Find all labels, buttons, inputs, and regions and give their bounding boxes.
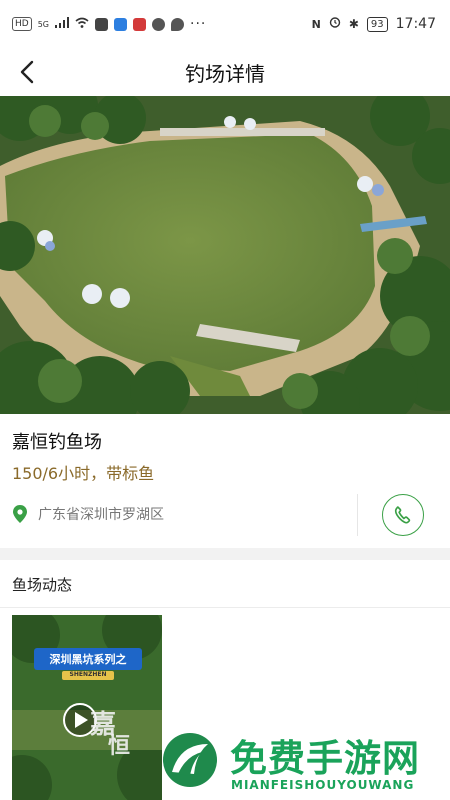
cloud-app-icon: [114, 17, 127, 31]
status-right: N ✱ 93 17:47: [312, 16, 436, 32]
alarm-icon: [329, 16, 341, 32]
battery-indicator: 93: [366, 16, 388, 32]
address-row[interactable]: 广东省深圳市罗湖区: [12, 504, 164, 524]
call-button[interactable]: [382, 494, 424, 536]
thumbnail-subtitle: SHENZHEN: [69, 671, 107, 678]
svg-text:恒: 恒: [108, 733, 130, 759]
video-thumbnail[interactable]: 嘉 恒 深圳黑坑系列之 SHENZHEN: [12, 615, 162, 800]
watermark-logo: [160, 730, 220, 790]
section-divider: [0, 607, 450, 608]
bluetooth-icon: ✱: [348, 17, 359, 31]
thumbnail-banner: 深圳黑坑系列之: [49, 653, 127, 666]
status-bar: HD 5G ··· N ✱ 93 17:47: [0, 0, 450, 48]
red-app-icon: [133, 17, 146, 31]
divider: [357, 494, 358, 536]
chat-app-icon: [171, 17, 184, 31]
clock: 17:47: [395, 16, 436, 32]
watermark-subtitle: MIANFEISHOUYOUWANG: [231, 778, 415, 792]
pond-aerial-image: [0, 96, 450, 414]
ball-app-icon: [152, 17, 165, 31]
pond-photo: [0, 96, 450, 414]
spot-name: 嘉恒钓鱼场: [12, 432, 102, 453]
section-separator: [0, 548, 450, 560]
play-app-icon: [95, 17, 108, 31]
phone-icon: [394, 506, 411, 524]
thumbnail-image: 嘉 恒: [12, 615, 162, 800]
spot-price: 150/6小时，带标鱼: [12, 464, 155, 483]
map-pin-icon: [13, 505, 27, 523]
wifi-icon: [75, 17, 89, 32]
hd-badge: HD: [12, 17, 32, 31]
page-title: 钓场详情: [185, 62, 265, 86]
top-nav: 钓场详情: [0, 48, 450, 96]
spot-address: 广东省深圳市罗湖区: [38, 507, 164, 523]
spot-info-card: 嘉恒钓鱼场 150/6小时，带标鱼 广东省深圳市罗湖区: [0, 414, 450, 548]
watermark-title: 免费手游网: [230, 737, 420, 780]
signal-icon: [55, 16, 69, 32]
section-title: 鱼场动态: [12, 576, 73, 594]
nfc-icon: N: [311, 17, 321, 31]
network-badge: 5G: [37, 19, 49, 29]
status-left: HD 5G ···: [12, 16, 206, 32]
more-notifications-icon: ···: [190, 16, 207, 32]
